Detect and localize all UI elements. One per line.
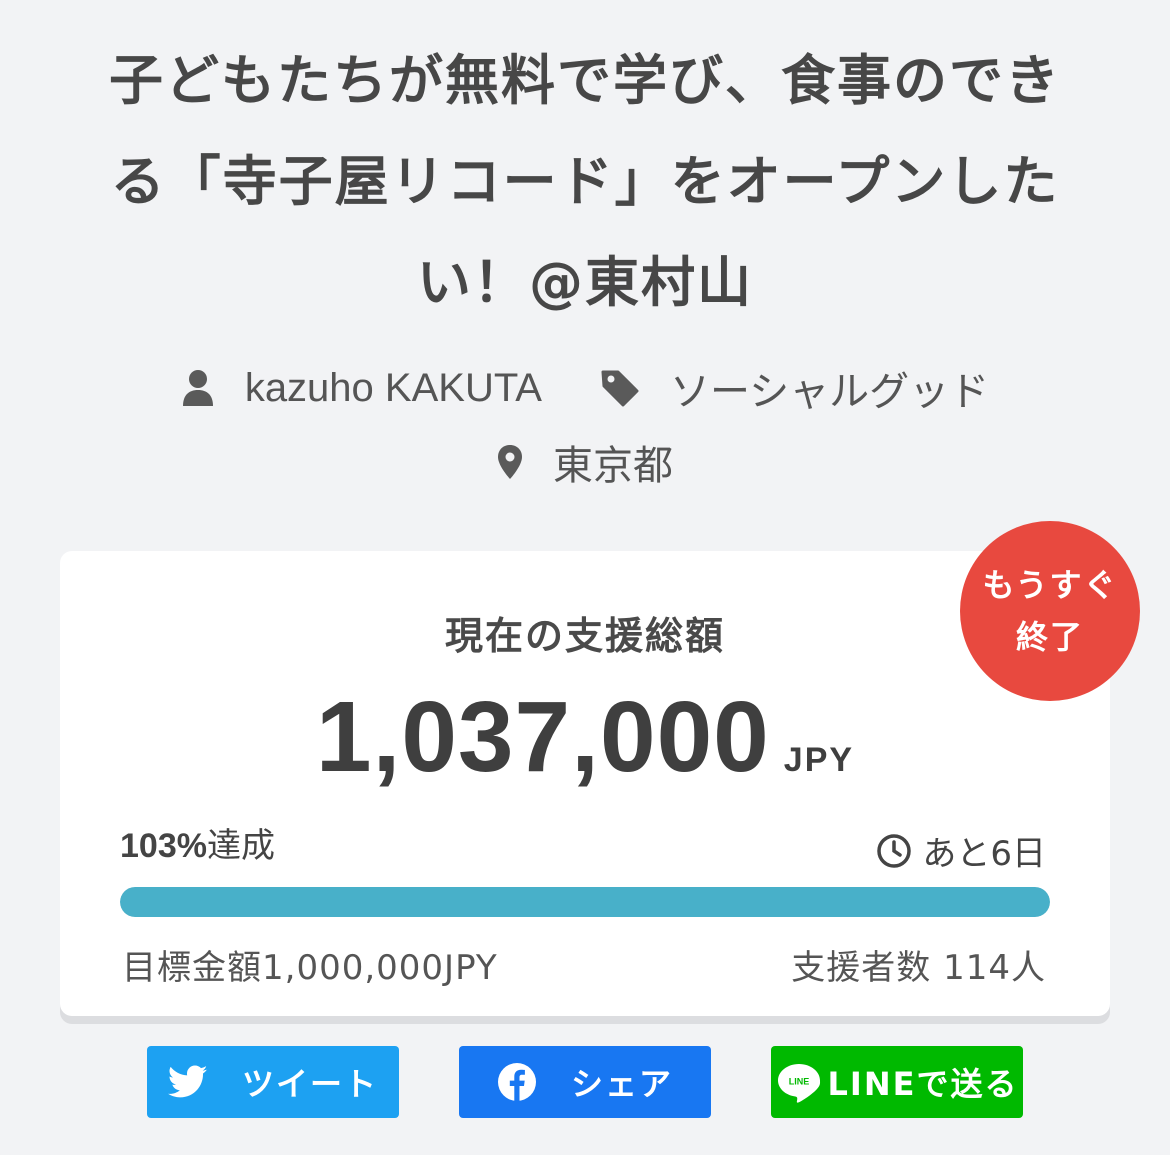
project-title: 子どもたちが無料で学び、食事のでき る「寺子屋リコード」をオープンした い！@東…	[60, 30, 1110, 333]
achieved-rate: 103%達成	[120, 818, 275, 867]
clock-icon	[876, 833, 912, 869]
location-name: 東京都	[553, 443, 673, 489]
title-line-3: い！@東村山	[417, 251, 753, 314]
line-share-button[interactable]: LINE LINEで送る	[771, 1046, 1023, 1118]
category-name: ソーシャルグッド	[669, 369, 990, 415]
amount-currency: JPY	[783, 741, 855, 779]
supporter-count: 支援者数 114人	[791, 948, 1046, 988]
title-line-1: 子どもたちが無料で学び、食事のでき	[109, 49, 1061, 112]
remaining-time: あと6日	[876, 826, 1046, 875]
location-link[interactable]: 東京都	[497, 433, 673, 491]
tweet-label: ツイート	[241, 1065, 378, 1103]
author-name: kazuho KAKUTA	[244, 365, 542, 410]
facebook-share-label: シェア	[570, 1065, 673, 1103]
facebook-icon	[497, 1062, 537, 1102]
achieved-percent: 103%	[120, 827, 207, 865]
progress-bar	[120, 887, 1050, 917]
goal-amount: 目標金額1,000,000JPY	[122, 948, 498, 988]
tag-icon	[600, 368, 640, 408]
facebook-share-button[interactable]: シェア	[459, 1046, 711, 1118]
remaining-text: あと6日	[922, 834, 1046, 874]
author-link[interactable]: kazuho KAKUTA	[181, 366, 542, 411]
progress-fill	[120, 887, 1050, 917]
amount-value: 1,037,000	[315, 681, 770, 793]
funding-amount: 1,037,000 JPY	[0, 680, 1170, 795]
badge-line-2: 終了	[1015, 618, 1084, 656]
line-icon: LINE	[776, 1061, 822, 1103]
user-icon	[181, 369, 215, 407]
twitter-icon	[167, 1065, 208, 1099]
title-line-2: る「寺子屋リコード」をオープンした	[110, 150, 1060, 213]
svg-text:LINE: LINE	[788, 1077, 809, 1087]
map-pin-icon	[497, 444, 523, 480]
achieved-suffix: 達成	[206, 826, 275, 866]
project-location: 東京都	[0, 434, 1170, 490]
project-meta: kazuho KAKUTA ソーシャルグッド	[0, 360, 1170, 416]
tweet-button[interactable]: ツイート	[147, 1046, 399, 1118]
badge-line-1: もうすぐ	[982, 566, 1118, 604]
ending-soon-badge: もうすぐ 終了	[960, 521, 1140, 701]
line-share-label: LINEで送る	[827, 1065, 1019, 1103]
category-link[interactable]: ソーシャルグッド	[600, 359, 989, 417]
